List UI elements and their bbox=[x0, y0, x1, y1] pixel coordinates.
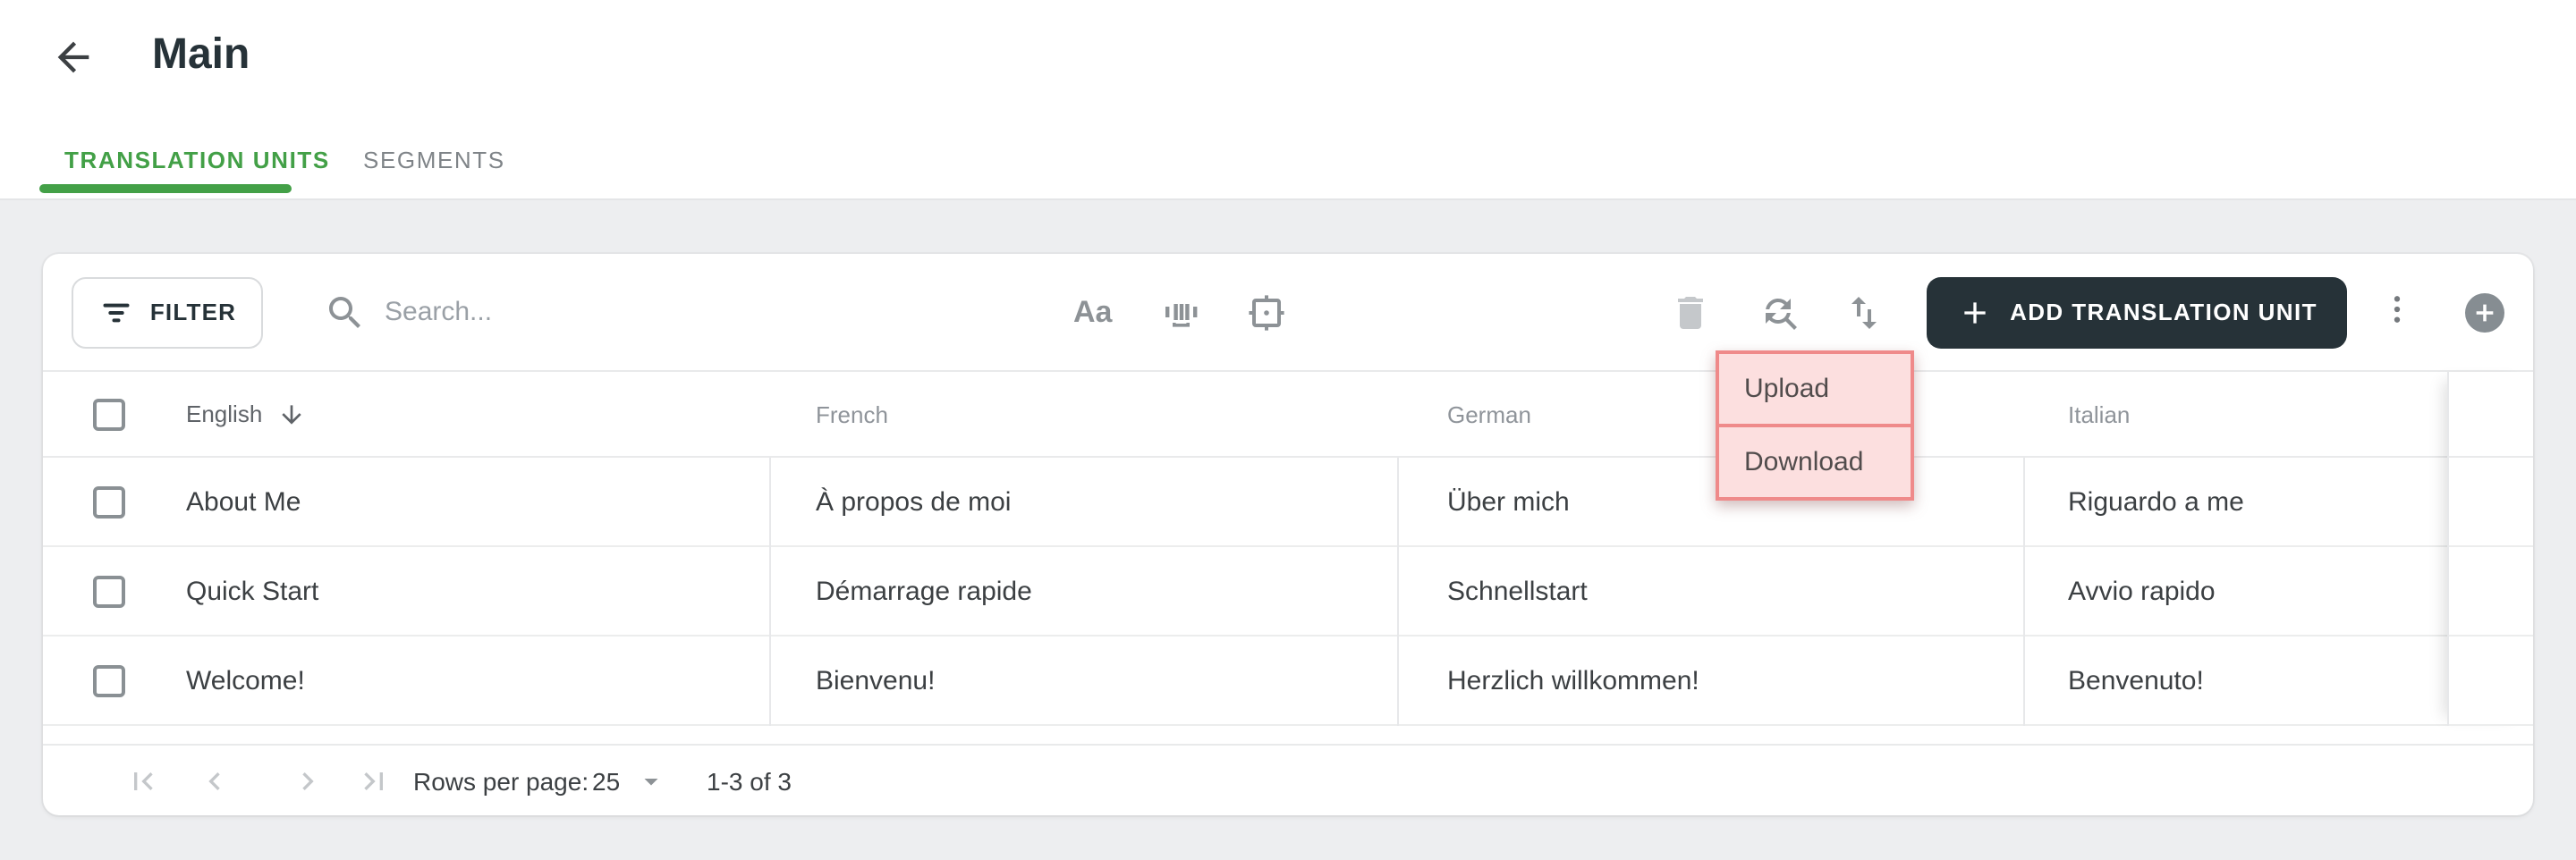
cell-german[interactable]: Herzlich willkommen! bbox=[1447, 665, 1699, 696]
column-header-english[interactable]: English bbox=[186, 400, 305, 428]
cell-english[interactable]: About Me bbox=[186, 486, 301, 517]
cell-french[interactable]: Bienvenu! bbox=[816, 665, 935, 696]
translation-units-card: FILTER Aa bbox=[43, 254, 2533, 815]
search-icon bbox=[324, 291, 367, 333]
next-page-icon[interactable] bbox=[290, 763, 326, 798]
row-checkbox[interactable] bbox=[93, 575, 125, 607]
pinned-actions-column bbox=[2447, 372, 2533, 726]
tab-segments[interactable]: SEGMENTS bbox=[363, 147, 505, 173]
table-toolbar: FILTER Aa bbox=[43, 254, 2533, 372]
page-title: Main bbox=[152, 30, 250, 79]
plus-icon bbox=[1956, 294, 1992, 330]
column-header-french[interactable]: French bbox=[816, 400, 888, 427]
column-divider bbox=[769, 458, 771, 726]
app-root: Main TRANSLATION UNITS SEGMENTS FILTER A… bbox=[0, 0, 2576, 860]
select-all-checkbox[interactable] bbox=[93, 398, 125, 430]
filter-button[interactable]: FILTER bbox=[72, 276, 263, 348]
cell-italian[interactable]: Avvio rapido bbox=[2068, 576, 2216, 606]
cell-german[interactable]: Schnellstart bbox=[1447, 576, 1588, 606]
table-row[interactable]: Quick Start Démarrage rapide Schnellstar… bbox=[43, 547, 2533, 637]
column-divider bbox=[2023, 458, 2025, 726]
menu-item-download[interactable]: Download bbox=[1716, 424, 1914, 501]
previous-page-icon[interactable] bbox=[197, 763, 233, 798]
table-row[interactable]: About Me À propos de moi Über mich Rigua… bbox=[43, 458, 2533, 547]
filter-icon bbox=[98, 294, 134, 330]
cell-italian[interactable]: Benvenuto! bbox=[2068, 665, 2204, 696]
last-page-icon[interactable] bbox=[356, 763, 392, 798]
menu-item-upload[interactable]: Upload bbox=[1716, 350, 1914, 427]
barcode-icon[interactable] bbox=[1159, 291, 1202, 333]
row-checkbox[interactable] bbox=[93, 485, 125, 518]
table-row[interactable]: Welcome! Bienvenu! Herzlich willkommen! … bbox=[43, 637, 2533, 726]
center-focus-icon[interactable] bbox=[1245, 291, 1288, 333]
column-header-italian[interactable]: Italian bbox=[2068, 400, 2130, 427]
filter-button-label: FILTER bbox=[149, 299, 237, 325]
add-button-label: ADD TRANSLATION UNIT bbox=[2010, 299, 2318, 325]
cell-italian[interactable]: Riguardo a me bbox=[2068, 486, 2244, 517]
column-header-label: English bbox=[186, 400, 263, 427]
circle-plus-button[interactable] bbox=[2465, 292, 2504, 332]
find-replace-icon[interactable] bbox=[1758, 291, 1801, 333]
cell-english[interactable]: Quick Start bbox=[186, 576, 318, 606]
import-export-icon[interactable] bbox=[1843, 291, 1885, 333]
search-input[interactable] bbox=[385, 297, 886, 327]
top-bar: Main TRANSLATION UNITS SEGMENTS bbox=[0, 0, 2576, 200]
rows-per-page-value: 25 bbox=[592, 766, 621, 795]
back-button[interactable] bbox=[50, 34, 97, 80]
import-export-menu: Upload Download bbox=[1716, 350, 1914, 501]
rows-per-page-select[interactable]: 25 bbox=[592, 764, 666, 797]
cell-french[interactable]: Démarrage rapide bbox=[816, 576, 1032, 606]
rows-per-page-label: Rows per page: bbox=[413, 766, 589, 795]
chevron-down-icon bbox=[634, 764, 666, 797]
first-page-icon[interactable] bbox=[125, 763, 161, 798]
add-translation-unit-button[interactable]: ADD TRANSLATION UNIT bbox=[1927, 276, 2347, 348]
match-case-icon[interactable]: Aa bbox=[1073, 294, 1112, 330]
search-box bbox=[324, 291, 914, 333]
column-divider bbox=[1397, 458, 1399, 726]
tab-translation-units[interactable]: TRANSLATION UNITS bbox=[64, 147, 330, 173]
arrow-left-icon bbox=[50, 41, 97, 88]
cell-german[interactable]: Über mich bbox=[1447, 486, 1570, 517]
table-footer: Rows per page: 25 1-3 of 3 bbox=[43, 744, 2533, 815]
sort-desc-arrow-icon bbox=[276, 400, 305, 428]
plus-icon bbox=[2472, 299, 2497, 325]
active-tab-indicator bbox=[39, 184, 292, 193]
column-header-german[interactable]: German bbox=[1447, 400, 1531, 427]
table-header-row: English French German Italian bbox=[43, 372, 2533, 458]
pagination-range: 1-3 of 3 bbox=[707, 766, 792, 795]
kebab-menu-icon[interactable] bbox=[2379, 291, 2415, 333]
row-checkbox[interactable] bbox=[93, 664, 125, 696]
trash-icon[interactable] bbox=[1669, 291, 1712, 333]
cell-english[interactable]: Welcome! bbox=[186, 665, 305, 696]
cell-french[interactable]: À propos de moi bbox=[816, 486, 1011, 517]
